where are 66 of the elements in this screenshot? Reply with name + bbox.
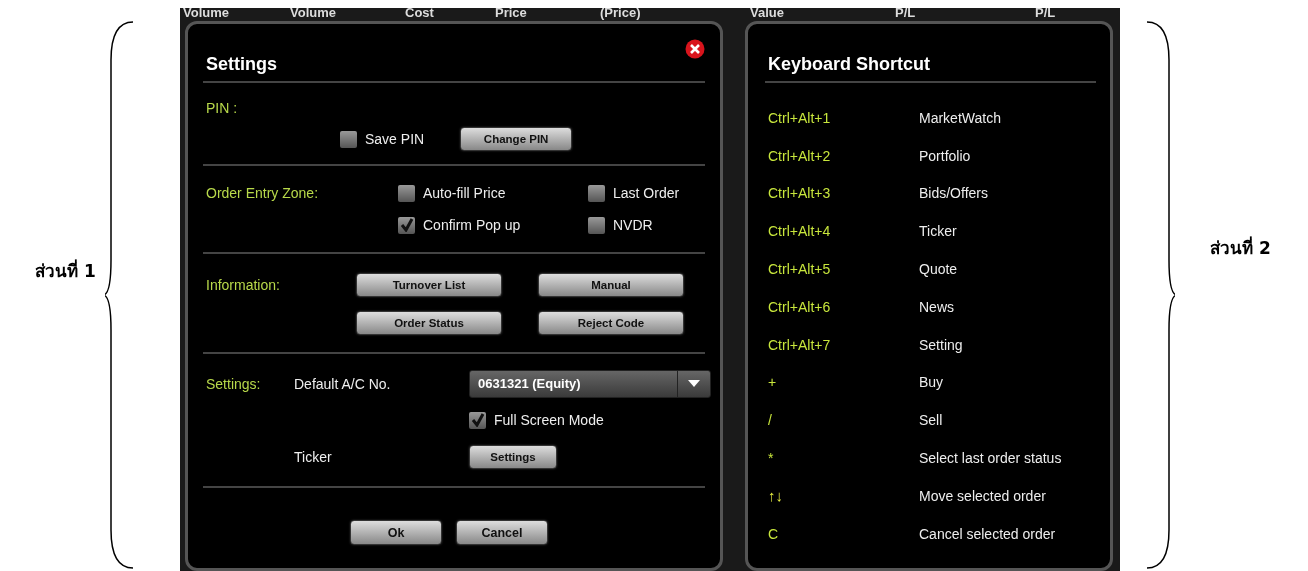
shortcut-key: Ctrl+Alt+2: [765, 147, 919, 164]
shortcut-action: News: [919, 298, 954, 315]
field-label: Default A/C No.: [294, 375, 392, 392]
shortcut-key: +: [765, 374, 919, 391]
column-header: Price: [495, 8, 528, 21]
account-dropdown[interactable]: 0631321 (Equity): [469, 369, 711, 398]
shortcut-key: Ctrl+Alt+3: [765, 185, 919, 202]
shortcut-key: *: [765, 450, 919, 467]
section-label: Order Entry Zone:: [206, 185, 320, 201]
info-button[interactable]: Turnover List: [356, 273, 502, 297]
section-label: PIN :: [206, 100, 238, 116]
checkbox-label: Confirm Pop up: [423, 217, 521, 233]
shortcut-key: Ctrl+Alt+6: [765, 298, 919, 315]
checkbox[interactable]: [340, 130, 357, 148]
checkbox-label: Full Screen Mode: [494, 412, 604, 428]
dialog-title: Keyboard Shortcut: [768, 54, 931, 75]
info-button[interactable]: Manual: [538, 273, 684, 297]
column-header: (Price): [600, 8, 642, 21]
column-header: Volume: [183, 8, 230, 21]
checkbox-label: Last Order: [613, 185, 680, 201]
shortcut-action: Ticker: [919, 223, 957, 240]
shortcut-key: Ctrl+Alt+4: [765, 223, 919, 240]
info-button[interactable]: Order Status: [356, 311, 502, 335]
dialog-button[interactable]: Ok: [350, 520, 442, 545]
checkbox[interactable]: [398, 216, 415, 234]
section-caption: ส่วนที่ 2: [1210, 238, 1271, 258]
shortcut-key: /: [765, 412, 919, 429]
caret-icon: [688, 380, 700, 387]
ticker-settings-button[interactable]: Settings: [469, 445, 557, 469]
column-header: Value: [750, 8, 785, 21]
checkbox-label: Auto-fill Price: [423, 185, 506, 201]
shortcut-action: Setting: [919, 336, 963, 353]
column-header: Volume: [290, 8, 337, 21]
shortcut-action: Move selected order: [919, 487, 1046, 504]
shortcut-action: Cancel selected order: [919, 525, 1056, 542]
checkbox[interactable]: [398, 184, 415, 202]
shortcut-action: Bids/Offers: [919, 185, 988, 202]
section-label: Settings:: [206, 375, 262, 392]
shortcut-action: Select last order status: [919, 450, 1062, 467]
column-header: P/L: [895, 8, 917, 21]
change-pin-button[interactable]: Change PIN: [460, 127, 573, 151]
dialog-title: Settings: [206, 54, 277, 75]
shortcut-action: MarketWatch: [919, 109, 1001, 126]
shortcut-action: Portfolio: [919, 147, 971, 164]
checkbox[interactable]: [469, 411, 486, 429]
shortcut-action: Buy: [919, 374, 944, 391]
shortcut-key: C: [765, 525, 919, 542]
dialog-button[interactable]: Cancel: [456, 520, 548, 545]
section-caption: ส่วนที่ 1: [35, 258, 96, 283]
column-header: P/L: [1035, 8, 1057, 21]
shortcut-action: Quote: [919, 261, 958, 278]
checkbox-label: NVDR: [613, 217, 653, 233]
checkbox-label: Save PIN: [365, 131, 425, 147]
checkbox[interactable]: [588, 216, 605, 234]
shortcut-key: ↑↓: [765, 487, 919, 505]
field-label: Ticker: [294, 449, 333, 465]
checkbox[interactable]: [588, 184, 605, 202]
shortcut-key: Ctrl+Alt+1: [765, 109, 919, 126]
column-header: Cost: [405, 8, 435, 21]
close-icon[interactable]: [685, 39, 705, 59]
section-label: Information:: [206, 277, 281, 293]
shortcut-key: Ctrl+Alt+7: [765, 336, 919, 353]
shortcut-key: Ctrl+Alt+5: [765, 261, 919, 278]
shortcut-action: Sell: [919, 412, 943, 429]
dropdown-value: 0631321 (Equity): [478, 376, 581, 391]
info-button[interactable]: Reject Code: [538, 311, 684, 335]
